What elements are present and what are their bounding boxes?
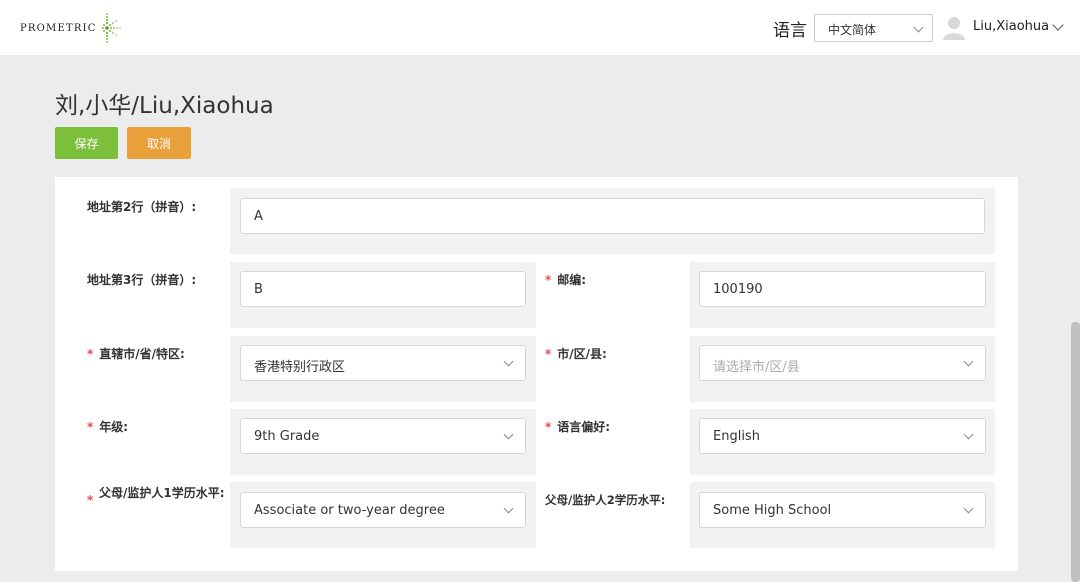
province-select[interactable]: 香港特别行政区 [240, 345, 526, 381]
postcode-input[interactable]: 100190 [699, 271, 986, 307]
parent2-edu-select[interactable]: Some High School [699, 492, 986, 528]
grade-select[interactable]: 9th Grade [240, 418, 526, 454]
save-button[interactable]: 保存 [55, 127, 118, 159]
chevron-down-icon [503, 429, 514, 440]
address-line3-label: 地址第3行（拼音）: [87, 273, 197, 287]
address-line2-label: 地址第2行（拼音）: [87, 200, 197, 214]
parent1-edu-select[interactable]: Associate or two-year degree [240, 492, 526, 528]
logo-text: PROMETRIC [20, 22, 97, 34]
language-pref-label: * 语言偏好: [545, 420, 611, 434]
cancel-button[interactable]: 取消 [127, 127, 191, 159]
required-mark: * [545, 347, 552, 361]
required-mark: * [87, 493, 94, 507]
page-title: 刘,小华/Liu,Xiaohua [55, 93, 274, 119]
chevron-down-icon [503, 503, 514, 514]
grade-label: * 年级: [87, 420, 129, 434]
chevron-down-icon [963, 356, 974, 367]
prometric-logo[interactable]: PROMETRIC [20, 12, 123, 44]
city-label: * 市/区/县: [545, 347, 607, 361]
top-header: PROMETRIC 语言 中文简体 Liu,Xiaohua [0, 0, 1080, 55]
language-pref-cell: English [690, 409, 995, 475]
language-pref-select[interactable]: English [699, 418, 986, 454]
language-select-value: 中文简体 [828, 23, 877, 37]
page-scrollbar[interactable] [1071, 322, 1080, 582]
grade-cell: 9th Grade [230, 409, 536, 475]
address-line2-input[interactable]: A [240, 198, 985, 234]
address-line3-input[interactable]: B [240, 271, 526, 307]
chevron-down-icon [963, 503, 974, 514]
city-cell: 请选择市/区/县 [690, 336, 995, 402]
postcode-label: * 邮编: [545, 273, 587, 287]
address-line2-cell: A [230, 188, 995, 254]
parent1-edu-cell: Associate or two-year degree [230, 482, 536, 548]
city-select[interactable]: 请选择市/区/县 [699, 345, 986, 381]
required-mark: * [87, 420, 94, 434]
parent1-edu-label: * 父母/监护人1学历水平: [87, 486, 225, 507]
prometric-star-icon [101, 13, 121, 43]
province-cell: 香港特别行政区 [230, 336, 536, 402]
language-label: 语言 [773, 21, 807, 41]
chevron-down-icon [913, 22, 924, 33]
required-mark: * [87, 347, 94, 361]
address-line3-cell: B [230, 262, 536, 328]
user-name[interactable]: Liu,Xiaohua [973, 19, 1049, 34]
user-menu-chevron-icon[interactable] [1052, 19, 1064, 31]
user-avatar-icon[interactable] [943, 16, 965, 40]
required-mark: * [545, 273, 552, 287]
form-panel: 地址第2行（拼音）: A 地址第3行（拼音）: B * 邮编: 100190 * 直… [55, 177, 1018, 571]
postcode-cell: 100190 [690, 262, 995, 328]
language-select[interactable]: 中文简体 [814, 14, 933, 42]
parent2-edu-cell: Some High School [690, 482, 995, 548]
chevron-down-icon [503, 356, 514, 367]
required-mark: * [545, 420, 552, 434]
province-label: * 直辖市/省/特区: [87, 347, 185, 361]
chevron-down-icon [963, 429, 974, 440]
parent2-edu-label: 父母/监护人2学历水平: [545, 493, 666, 507]
